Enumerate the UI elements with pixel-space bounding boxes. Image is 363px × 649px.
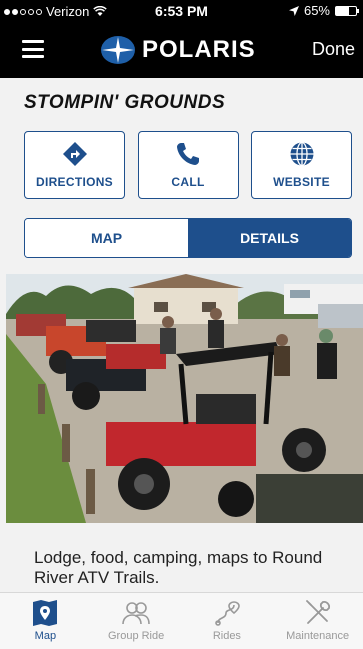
directions-icon [62,142,87,166]
tab-rides[interactable]: Rides [182,593,273,649]
status-right: 65% [288,3,359,18]
place-description: Lodge, food, camping, maps to Round Rive… [34,548,323,587]
call-button[interactable]: CALL [137,131,239,199]
group-ride-icon [122,602,150,625]
map-icon [33,600,58,626]
website-button[interactable]: WEBSITE [251,131,352,199]
hamburger-menu-icon[interactable] [22,40,44,58]
tab-maintenance[interactable]: Maintenance [272,593,363,649]
globe-icon [290,141,313,167]
phone-icon [177,143,199,165]
brand-name: POLARIS [142,36,256,63]
done-button[interactable]: Done [312,39,355,60]
action-buttons: DIRECTIONS CALL WEBSITE [24,131,352,199]
website-label: WEBSITE [273,175,330,189]
battery-percent: 65% [303,3,330,18]
polaris-star-icon [101,36,135,64]
tab-rides-label: Rides [212,630,241,642]
maintenance-icon [305,600,330,624]
tab-maintenance-label: Maintenance [286,630,350,642]
battery-icon [335,5,359,16]
rides-icon [215,601,240,626]
status-bar: Verizon 6:53 PM 65% [0,0,363,22]
brand-logo: POLARIS [100,34,256,66]
location-photo [6,274,363,523]
nav-bar: POLARIS Done [0,22,363,78]
location-arrow-icon [288,5,299,16]
tab-map-label: Map [34,630,57,642]
view-segmented-control: MAP DETAILS [24,218,352,258]
page-title: STOMPIN' GROUNDS [24,92,226,113]
bottom-tab-bar: Map Group Ride Rides Maintenance [0,592,363,649]
call-label: CALL [171,175,205,189]
tab-map-view[interactable]: MAP [25,219,188,257]
tab-group-ride-label: Group Ride [107,630,165,642]
details-content: STOMPIN' GROUNDS DIRECTIONS CALL WEBSITE… [0,78,363,592]
tab-map[interactable]: Map [0,593,91,649]
tab-group-ride[interactable]: Group Ride [91,593,182,649]
directions-button[interactable]: DIRECTIONS [24,131,125,199]
atv-lineup-photo [6,274,363,523]
tab-details-view[interactable]: DETAILS [188,219,351,257]
directions-label: DIRECTIONS [35,175,113,189]
